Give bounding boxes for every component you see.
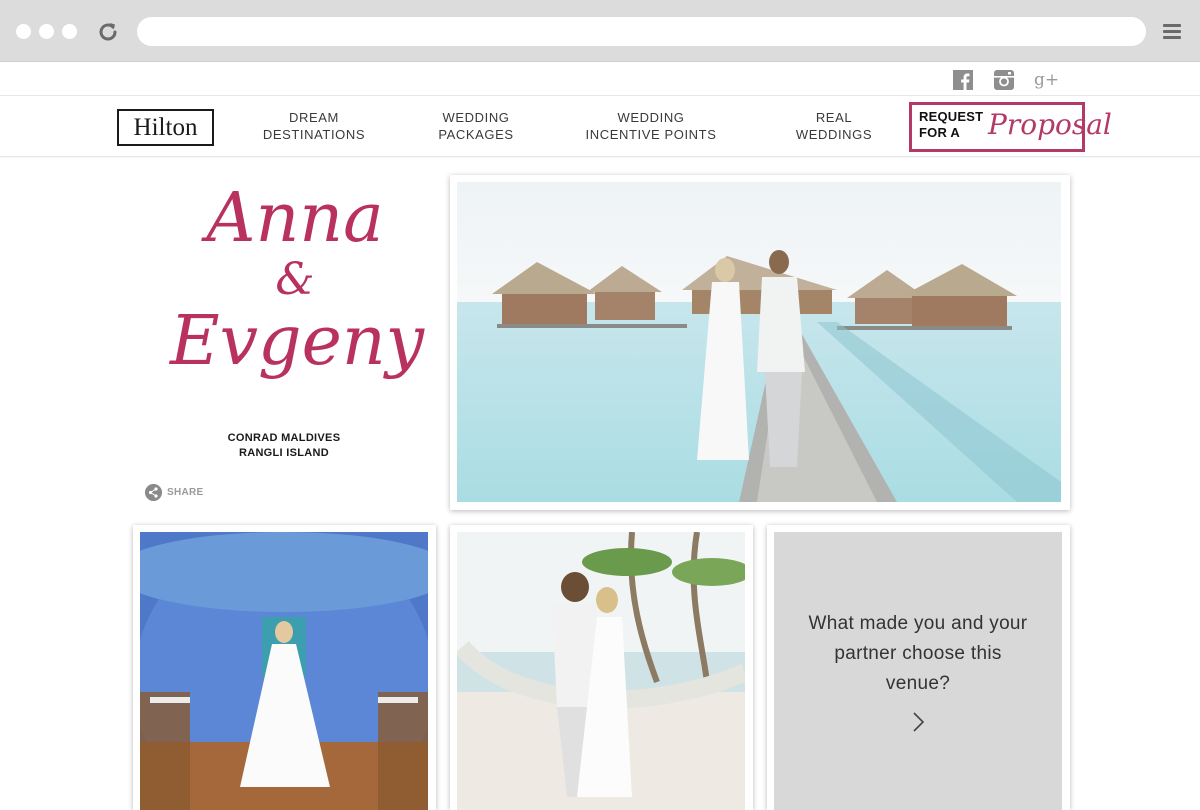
share-label: SHARE	[167, 486, 204, 498]
name-anna: Anna	[206, 179, 384, 258]
nav-label-line: DREAM	[289, 110, 339, 125]
window-dot-icon[interactable]	[62, 24, 77, 39]
reload-icon[interactable]	[96, 20, 120, 44]
request-proposal-button[interactable]: REQUEST FOR A Proposal	[909, 102, 1112, 152]
photo-card-restaurant	[133, 525, 436, 810]
hero-photo-card	[450, 175, 1070, 510]
chevron-right-icon[interactable]	[909, 711, 927, 733]
url-bar[interactable]	[137, 17, 1146, 46]
nav-wedding-packages[interactable]: WEDDING PACKAGES	[426, 109, 526, 143]
facebook-icon[interactable]	[952, 69, 974, 91]
window-dot-icon[interactable]	[39, 24, 54, 39]
instagram-icon[interactable]	[993, 69, 1015, 91]
hero-photo[interactable]	[457, 182, 1061, 502]
window-dot-icon[interactable]	[16, 24, 31, 39]
question-box: What made you and your partner choose th…	[774, 532, 1062, 810]
nav-label-line: REAL	[815, 110, 853, 125]
nav-label-line: PACKAGES	[438, 127, 514, 142]
google-plus-icon[interactable]: g+	[1034, 69, 1059, 91]
ampersand: &	[275, 254, 315, 305]
question-text: What made you and your partner choose th…	[808, 613, 1028, 694]
social-strip: g+	[0, 62, 1200, 96]
hamburger-menu-icon[interactable]	[1163, 24, 1181, 40]
venue-line: CONRAD MALDIVES	[227, 432, 341, 444]
photo-card-beach	[450, 525, 753, 810]
nav-label-line: WEDDING	[442, 110, 510, 125]
hilton-logo[interactable]: Hilton	[117, 109, 214, 146]
underwater-restaurant-photo[interactable]	[140, 532, 428, 810]
browser-chrome	[0, 0, 1200, 62]
nav-real-weddings[interactable]: REAL WEDDINGS	[786, 109, 882, 143]
cta-line: REQUEST	[919, 109, 984, 124]
name-evgeny: Evgeny	[170, 302, 425, 381]
share-icon	[145, 483, 162, 501]
cta-line: FOR A	[919, 125, 960, 140]
share-button[interactable]: SHARE	[145, 483, 204, 501]
nav-label-line: WEDDINGS	[795, 127, 873, 142]
question-card[interactable]: What made you and your partner choose th…	[767, 525, 1070, 810]
couple-names: Anna & Evgeny	[170, 179, 425, 382]
beach-hammock-photo[interactable]	[457, 532, 745, 810]
nav-dream-destinations[interactable]: DREAM DESTINATIONS	[255, 109, 373, 143]
nav-label-line: INCENTIVE POINTS	[585, 127, 717, 142]
nav-label-line: WEDDING	[617, 110, 685, 125]
cta-script: Proposal	[988, 108, 1112, 141]
nav-label-line: DESTINATIONS	[262, 127, 366, 142]
nav-wedding-incentive-points[interactable]: WEDDING INCENTIVE POINTS	[581, 109, 721, 143]
venue-line: RANGLI ISLAND	[238, 447, 330, 459]
main-nav: Hilton DREAM DESTINATIONS WEDDING PACKAG…	[0, 97, 1200, 157]
venue-label: CONRAD MALDIVES RANGLI ISLAND	[206, 431, 362, 461]
